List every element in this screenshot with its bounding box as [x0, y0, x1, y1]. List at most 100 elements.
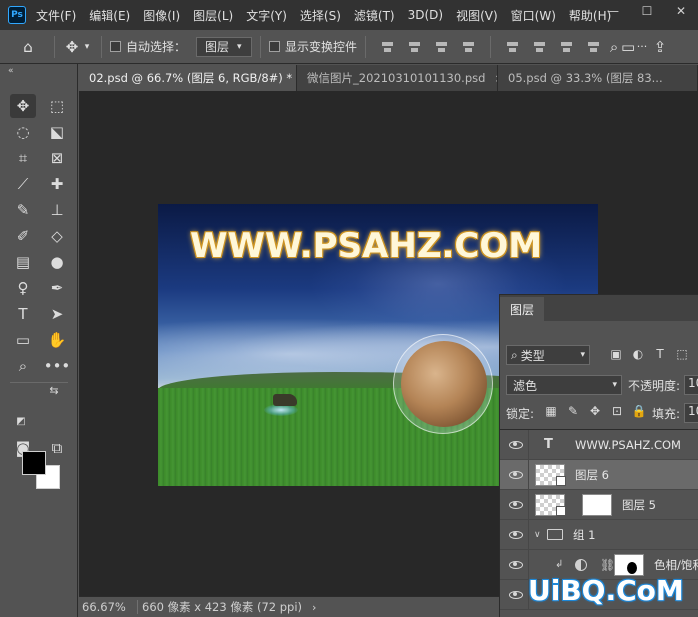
lock-transparency-icon[interactable]: ▦ — [540, 404, 562, 418]
tab-wechat-psd[interactable]: 微信图片_20210310101130.psd × — [297, 65, 498, 91]
layer-row-layer-6[interactable]: 图层 6 — [500, 460, 698, 490]
lasso-tool-icon[interactable]: ◌ — [10, 120, 36, 144]
opacity-input[interactable]: 100% — [684, 375, 698, 395]
align-middle-icon[interactable] — [532, 40, 547, 54]
smart-object-icon — [556, 476, 566, 486]
eye-icon[interactable] — [509, 500, 523, 509]
chevron-down-icon[interactable]: ▾ — [81, 42, 93, 52]
document-tabs: 02.psd @ 66.7% (图层 6, RGB/8#) * × 微信图片_2… — [79, 65, 698, 91]
brush-tool-icon[interactable]: ✎ — [10, 198, 36, 222]
share-icon[interactable]: ⇪ — [649, 38, 671, 56]
panel-icon[interactable]: ▭ — [621, 38, 635, 56]
eraser-tool-icon[interactable]: ◇ — [44, 224, 70, 248]
tab-05-psd[interactable]: 05.psd @ 33.3% (图层 83... — [498, 65, 698, 91]
menu-window[interactable]: 窗口(W) — [511, 7, 556, 24]
type-tool-icon[interactable]: T — [10, 302, 36, 326]
more-options[interactable]: ··· — [635, 40, 649, 53]
adjustment-filter-icon[interactable]: ◐ — [627, 347, 649, 361]
align-bottom-icon[interactable] — [559, 40, 574, 54]
layer-mask-thumbnail[interactable] — [582, 494, 612, 516]
menu-select[interactable]: 选择(S) — [300, 7, 341, 24]
menu-image[interactable]: 图像(I) — [143, 7, 180, 24]
link-icon[interactable]: ⛓ — [600, 558, 615, 572]
frame-tool-icon[interactable]: ⊠ — [44, 146, 70, 170]
lock-pixels-icon[interactable]: ✎ — [562, 404, 584, 418]
layer-row-layer-5[interactable]: 图层 5 — [500, 490, 698, 520]
stamp-tool-icon[interactable]: ⊥ — [44, 198, 70, 222]
crop-tool-icon[interactable]: ⌗ — [10, 146, 36, 170]
distribute-icon[interactable] — [461, 40, 476, 54]
menu-view[interactable]: 视图(V) — [456, 7, 498, 24]
chevron-down-icon[interactable]: ∨ — [534, 530, 541, 540]
dodge-tool-icon[interactable]: ♀ — [10, 276, 36, 300]
eyedropper-tool-icon[interactable]: ⟋ — [10, 172, 36, 196]
search-icon: ⌕ — [511, 347, 518, 362]
search-icon[interactable]: ⌕ — [607, 38, 621, 56]
lock-artboard-icon[interactable]: ⊡ — [606, 404, 628, 418]
divider — [365, 35, 367, 58]
history-brush-icon[interactable]: ✐ — [10, 224, 36, 248]
hand-tool-icon[interactable]: ✋ — [44, 328, 70, 352]
home-icon[interactable]: ⌂ — [10, 38, 46, 56]
move-tool-icon[interactable]: ✥ — [10, 94, 36, 118]
object-select-tool-icon[interactable]: ⬕ — [44, 120, 70, 144]
auto-select-target-dropdown[interactable]: 图层 ▾ — [196, 36, 253, 57]
layer-row-text[interactable]: T WWW.PSAHZ.COM — [500, 430, 698, 460]
divider — [528, 520, 529, 550]
healing-brush-icon[interactable]: ✚ — [44, 172, 70, 196]
fill-input[interactable]: 100% — [684, 403, 698, 423]
image-filter-icon[interactable]: ▣ — [605, 347, 627, 361]
show-transform-checkbox[interactable] — [269, 41, 281, 52]
type-layer-icon: T — [544, 437, 553, 452]
move-tool-icon[interactable]: ✥ — [63, 38, 81, 56]
swap-colors-icon[interactable]: ⇆ — [46, 382, 62, 398]
eye-icon[interactable] — [509, 530, 523, 539]
layer-filter-dropdown[interactable]: ⌕ 类型 ▾ — [506, 345, 590, 365]
gradient-tool-icon[interactable]: ▤ — [10, 250, 36, 274]
eye-icon[interactable] — [509, 470, 523, 479]
window-controls: — ☐ ✕ — [596, 0, 698, 22]
layer-mask-thumbnail[interactable] — [614, 553, 644, 576]
blur-tool-icon[interactable]: ● — [44, 250, 70, 274]
eye-icon[interactable] — [509, 560, 523, 569]
marquee-tool-icon[interactable]: ⬚ — [44, 94, 70, 118]
pen-tool-icon[interactable]: ✒ — [44, 276, 70, 300]
menu-3d[interactable]: 3D(D) — [408, 8, 443, 22]
layer-row-group-1[interactable]: ∨ 组 1 — [500, 520, 698, 550]
menu-edit[interactable]: 编辑(E) — [89, 7, 130, 24]
shape-filter-icon[interactable]: ⬚ — [671, 347, 693, 361]
tab-02-psd[interactable]: 02.psd @ 66.7% (图层 6, RGB/8#) * × — [79, 65, 297, 91]
eye-icon[interactable] — [509, 440, 523, 449]
blend-mode-dropdown[interactable]: 滤色 ▾ — [506, 375, 622, 395]
lock-position-icon[interactable]: ✥ — [584, 404, 606, 418]
zoom-level[interactable]: 66.67% — [79, 600, 137, 614]
rectangle-tool-icon[interactable]: ▭ — [10, 328, 36, 352]
lock-all-icon[interactable]: 🔒 — [628, 404, 650, 418]
screen-mode-icon[interactable]: ⧉ — [44, 436, 70, 460]
menu-type[interactable]: 文字(Y) — [246, 7, 287, 24]
foreground-color-swatch[interactable] — [22, 451, 46, 475]
eye-icon[interactable] — [509, 590, 523, 599]
more-tools-icon[interactable]: ••• — [44, 354, 71, 378]
close-button[interactable]: ✕ — [664, 0, 698, 22]
path-select-icon[interactable]: ➤ — [44, 302, 70, 326]
align-top-icon[interactable] — [505, 40, 520, 54]
align-right-icon[interactable] — [434, 40, 449, 54]
photoshop-logo: Ps — [8, 6, 26, 24]
type-filter-icon[interactable]: T — [649, 347, 671, 361]
collapse-toolbar-icon[interactable]: « — [8, 66, 14, 76]
minimize-button[interactable]: — — [596, 0, 630, 22]
default-colors-icon[interactable]: ◩ — [14, 414, 28, 428]
zoom-tool-icon[interactable]: ⌕ — [10, 354, 36, 378]
tab-layers[interactable]: 图层 — [500, 297, 545, 321]
menu-file[interactable]: 文件(F) — [36, 7, 76, 24]
menu-layer[interactable]: 图层(L) — [193, 7, 233, 24]
align-center-icon[interactable] — [407, 40, 422, 54]
auto-select-checkbox[interactable] — [110, 41, 121, 52]
maximize-button[interactable]: ☐ — [630, 0, 664, 22]
canvas-watermark-text: WWW.PSAHZ.COM — [190, 226, 543, 266]
align-left-icon[interactable] — [380, 40, 395, 54]
menu-filter[interactable]: 滤镜(T) — [354, 7, 395, 24]
status-menu-arrow[interactable]: › — [312, 601, 316, 614]
distribute-vertical-icon[interactable] — [586, 40, 601, 54]
